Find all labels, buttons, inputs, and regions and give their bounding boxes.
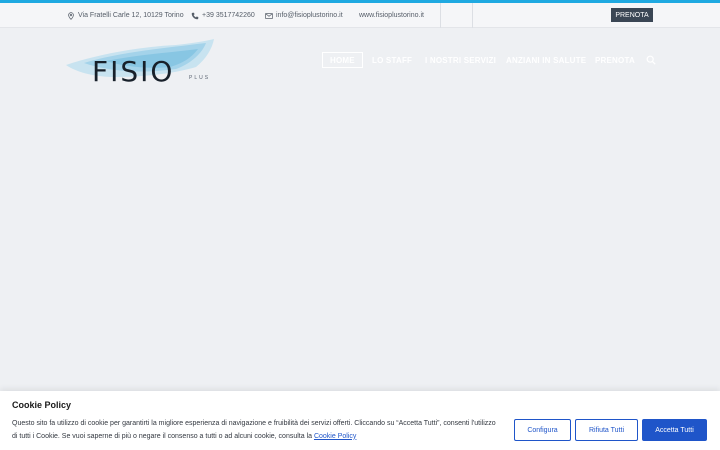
envelope-icon — [265, 12, 273, 19]
nav-item-home[interactable]: HOME — [322, 52, 363, 68]
website-link[interactable]: www.fisioplustorino.it — [359, 3, 424, 28]
email-item[interactable]: info@fisioplustorino.it — [265, 3, 343, 28]
logo-suffix: PLUS — [189, 75, 211, 81]
main-nav: HOME LO STAFF I NOSTRI SERVIZI ANZIANI I… — [0, 52, 720, 68]
address-text: Via Fratelli Carle 12, 10129 Torino — [78, 12, 184, 19]
hero-area — [0, 91, 720, 391]
address-item: Via Fratelli Carle 12, 10129 Torino — [67, 3, 184, 28]
location-pin-icon — [68, 11, 74, 20]
phone-item[interactable]: +39 3517742260 — [191, 3, 255, 28]
cookie-text: Questo sito fa utilizzo di cookie per ga… — [12, 418, 502, 443]
topbar-divider — [472, 3, 473, 28]
nav-item-servizi[interactable]: I NOSTRI SERVIZI — [425, 52, 496, 68]
nav-item-prenota[interactable]: PRENOTA — [595, 52, 635, 68]
accept-all-button[interactable]: Accetta Tutti — [642, 419, 707, 441]
topbar-divider — [440, 3, 441, 28]
top-info-bar: Via Fratelli Carle 12, 10129 Torino +39 … — [0, 3, 720, 28]
cookie-body: Questo sito fa utilizzo di cookie per ga… — [12, 420, 496, 440]
configure-button[interactable]: Configura — [514, 419, 571, 441]
cookie-policy-link[interactable]: Cookie Policy — [314, 433, 356, 440]
search-icon[interactable] — [646, 55, 656, 65]
nav-item-staff[interactable]: LO STAFF — [372, 52, 412, 68]
phone-icon — [191, 12, 199, 19]
phone-text: +39 3517742260 — [202, 12, 255, 19]
prenota-top-button[interactable]: PRENOTA — [611, 8, 653, 22]
cookie-title: Cookie Policy — [12, 400, 72, 410]
reject-all-button[interactable]: Rifiuta Tutti — [575, 419, 638, 441]
nav-item-anziani[interactable]: ANZIANI IN SALUTE — [506, 52, 586, 68]
cookie-banner: Cookie Policy Questo sito fa utilizzo di… — [0, 391, 720, 450]
site-header: FISIO PLUS HOME LO STAFF I NOSTRI SERVIZ… — [0, 29, 720, 91]
email-text: info@fisioplustorino.it — [276, 12, 343, 19]
website-text: www.fisioplustorino.it — [359, 12, 424, 19]
